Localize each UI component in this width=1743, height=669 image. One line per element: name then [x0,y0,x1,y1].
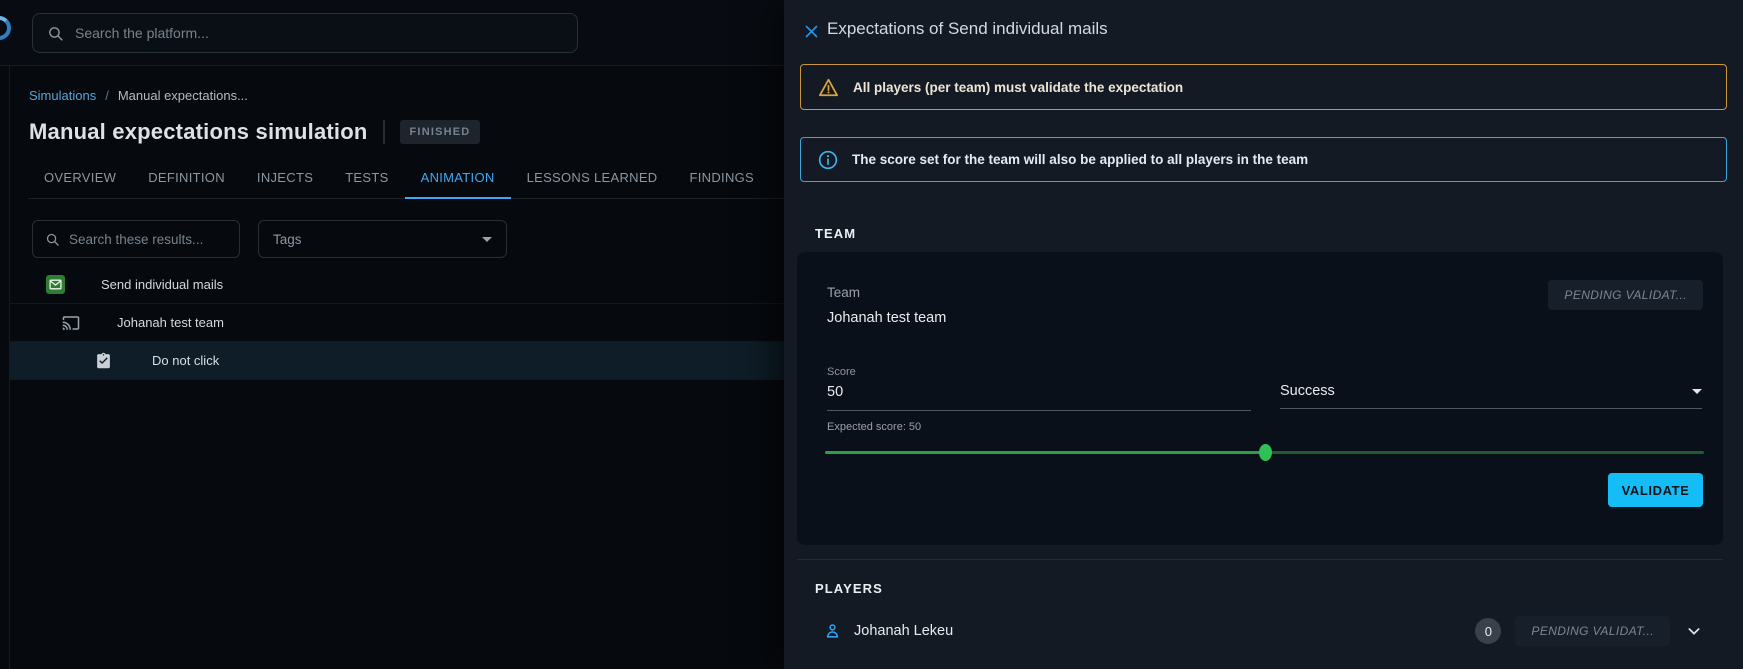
results-search-input[interactable] [69,232,227,247]
score-field-label: Score [827,366,856,378]
team-status-chip: PENDING VALIDAT... [1548,280,1703,310]
team-section-heading: TEAM [815,226,856,241]
breadcrumb-separator: / [105,88,109,103]
tags-dropdown-label: Tags [273,232,302,247]
chevron-down-icon[interactable] [1684,621,1704,641]
result-select-value: Success [1280,383,1335,399]
search-icon [47,25,64,42]
team-card: Team Johanah test team PENDING VALIDAT..… [797,252,1723,545]
warning-alert-text: All players (per team) must validate the… [853,80,1183,95]
tab-definition[interactable]: DEFINITION [132,158,241,199]
breadcrumb-link-simulations[interactable]: Simulations [29,88,96,103]
results-search[interactable] [32,220,240,258]
tab-lessons-learned[interactable]: LESSONS LEARNED [511,158,674,199]
tree-row-expectation-selected[interactable]: Do not click [10,342,784,380]
warning-icon [818,78,839,97]
slider-thumb[interactable] [1259,444,1272,461]
caret-down-icon [1692,389,1702,394]
player-name: Johanah Lekeu [854,623,953,639]
breadcrumb: Simulations / Manual expectations... [29,88,248,103]
global-search[interactable] [32,13,578,53]
tab-overview[interactable]: OVERVIEW [28,158,132,199]
team-field-label: Team [827,285,860,300]
person-icon [824,623,841,640]
tab-injects[interactable]: INJECTS [241,158,329,199]
players-section-heading: PLAYERS [815,581,883,596]
results-filters: Tags [32,220,507,258]
cast-icon [62,314,80,332]
tree-row-label: Send individual mails [101,277,223,292]
search-icon [45,232,60,247]
score-slider[interactable] [825,445,1704,459]
tab-tests[interactable]: TESTS [329,158,404,199]
warning-alert: All players (per team) must validate the… [800,64,1727,110]
app-logo-fragment [0,16,11,40]
title-row: Manual expectations simulation FINISHED [29,119,480,145]
tab-findings[interactable]: FINDINGS [674,158,771,199]
validate-button[interactable]: VALIDATE [1608,473,1703,507]
status-badge: FINISHED [400,120,481,144]
tree-row-label: Do not click [152,353,219,368]
info-alert: The score set for the team will also be … [800,137,1727,182]
player-score-badge: 0 [1475,618,1501,644]
breadcrumb-current: Manual expectations... [118,88,248,103]
tags-dropdown[interactable]: Tags [258,220,507,258]
result-select[interactable]: Success [1280,383,1702,409]
main-panel: Simulations / Manual expectations... Man… [0,0,784,669]
title-divider [383,120,385,144]
score-field[interactable] [827,383,1251,411]
tree-row-team[interactable]: Johanah test team [10,304,784,342]
drawer-header: Expectations of Send individual mails [784,0,1743,60]
tree-row-label: Johanah test team [117,315,224,330]
global-search-input[interactable] [75,25,563,41]
results-tree: Send individual mails Johanah test team … [10,266,784,380]
tab-bar: OVERVIEW DEFINITION INJECTS TESTS ANIMAT… [28,158,784,199]
tab-animation[interactable]: ANIMATION [405,158,511,199]
team-name: Johanah test team [827,310,946,326]
player-row-right: 0 PENDING VALIDAT... [1475,616,1723,646]
page-title: Manual expectations simulation [29,119,368,145]
score-input[interactable] [827,384,1251,400]
players-divider [797,559,1723,560]
topbar [0,0,784,66]
expectations-drawer: Expectations of Send individual mails Al… [784,0,1743,669]
slider-fill [825,451,1265,454]
clipboard-check-icon [95,352,112,369]
app-root: Simulations / Manual expectations... Man… [0,0,1743,669]
info-alert-text: The score set for the team will also be … [852,152,1308,167]
info-icon [818,150,838,170]
expected-score-helper: Expected score: 50 [827,421,921,433]
caret-down-icon [482,237,492,242]
email-icon [46,275,65,294]
drawer-title: Expectations of Send individual mails [827,19,1108,39]
player-status-chip: PENDING VALIDAT... [1515,616,1670,646]
player-row[interactable]: Johanah Lekeu 0 PENDING VALIDAT... [797,608,1723,654]
tree-row-inject[interactable]: Send individual mails [10,266,784,304]
close-icon[interactable] [801,21,821,41]
